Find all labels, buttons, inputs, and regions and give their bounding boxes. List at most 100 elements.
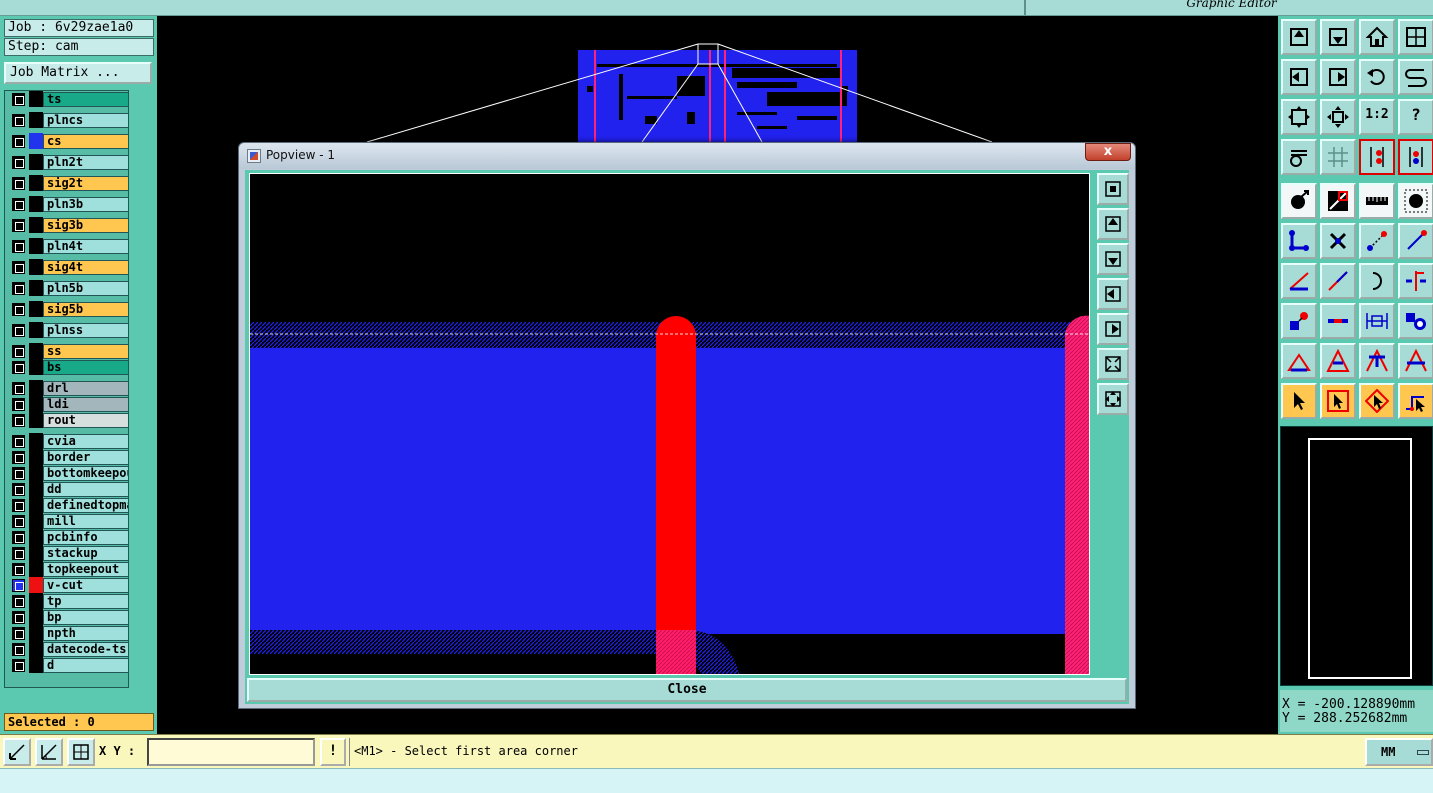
layer-checkbox[interactable] [12,547,25,560]
layer-color-swatch[interactable] [29,449,43,465]
job-matrix-button[interactable]: Job Matrix ... [4,62,152,84]
layer-color-swatch[interactable] [29,238,43,254]
layer-color-swatch[interactable] [29,133,43,149]
layer-checkbox[interactable] [12,531,25,544]
snap-mode-icon[interactable] [3,738,31,766]
layer-checkbox[interactable] [12,398,25,411]
layer-row-sig3b[interactable]: sig3b [5,217,128,233]
layer-row-cs[interactable]: cs [5,133,128,149]
popview-titlebar[interactable]: Popview - 1 x [239,143,1135,169]
layer-checkbox[interactable] [12,515,25,528]
layer-row-drl[interactable]: drl [5,380,128,396]
layer-name[interactable]: sig4t [43,260,128,275]
layer-name[interactable]: v-cut [43,578,128,593]
layer-row-ss[interactable]: ss [5,343,128,359]
layer-color-swatch[interactable] [29,175,43,191]
layer-name[interactable]: pln2t [43,155,128,170]
layer-checkbox[interactable] [12,579,25,592]
layer-row-pcbinfo[interactable]: pcbinfo [5,529,128,545]
layer-name[interactable]: ss [43,344,128,359]
layer-name[interactable]: drl [43,381,128,396]
add-line-icon[interactable] [1320,183,1356,219]
layer-color-swatch[interactable] [29,280,43,296]
layer-color-swatch[interactable] [29,577,43,593]
net-connect-icon[interactable] [1398,139,1433,175]
layer-row-border[interactable]: border [5,449,128,465]
shapes-icon[interactable] [1398,303,1433,339]
layer-name[interactable]: bs [43,360,128,375]
pan-right-button[interactable] [1320,59,1356,95]
layer-color-swatch[interactable] [29,641,43,657]
move-node-icon[interactable] [1359,223,1395,259]
help-button[interactable]: ? [1398,99,1433,135]
net-highlight-icon[interactable] [1359,139,1395,175]
layer-row-pln2t[interactable]: pln2t [5,154,128,170]
layer-row-mill[interactable]: mill [5,513,128,529]
angle-mode-icon[interactable] [35,738,63,766]
zoom-out-button[interactable] [1320,99,1356,135]
layer-checkbox[interactable] [12,483,25,496]
grid-snap-icon[interactable] [67,738,95,766]
layer-name[interactable]: bp [43,610,128,625]
unit-select[interactable]: MM [1365,738,1433,766]
dimension-icon[interactable] [1359,303,1395,339]
layer-name[interactable]: datecode-ts [43,642,128,657]
layer-row-bs[interactable]: bs [5,359,128,375]
select-box-icon[interactable] [1320,383,1356,419]
layer-color-swatch[interactable] [29,465,43,481]
layer-checkbox[interactable] [12,451,25,464]
layer-row-plncs[interactable]: plncs [5,112,128,128]
layer-color-swatch[interactable] [29,497,43,513]
layer-row-pln4t[interactable]: pln4t [5,238,128,254]
layer-color-swatch[interactable] [29,412,43,428]
measure-tool-icon[interactable] [1281,139,1317,175]
layer-name[interactable]: sig3b [43,218,128,233]
layer-row-npth[interactable]: npth [5,625,128,641]
layer-name[interactable]: ts [43,92,128,107]
layer-color-swatch[interactable] [29,217,43,233]
layer-checkbox[interactable] [12,93,25,106]
layer-checkbox[interactable] [12,219,25,232]
layer-checkbox[interactable] [12,198,25,211]
layer-color-swatch[interactable] [29,625,43,641]
layer-row-sig4t[interactable]: sig4t [5,259,128,275]
layer-color-swatch[interactable] [29,529,43,545]
cut-line-icon[interactable] [1320,303,1356,339]
popview-zoom-out-button[interactable] [1097,383,1129,415]
popview-zoom-in-button[interactable] [1097,348,1129,380]
popview-close-button[interactable]: Close [247,678,1127,702]
layer-checkbox[interactable] [12,595,25,608]
layer-checkbox[interactable] [12,611,25,624]
layer-name[interactable]: plncs [43,113,128,128]
layer-name[interactable]: npth [43,626,128,641]
connect-nodes-icon[interactable] [1281,223,1317,259]
layer-name[interactable]: plnss [43,323,128,338]
layer-checkbox[interactable] [12,435,25,448]
layer-color-swatch[interactable] [29,380,43,396]
layer-row-ldi[interactable]: ldi [5,396,128,412]
layer-name[interactable]: cs [43,134,128,149]
zoom-1-2-button[interactable]: 1:2 [1359,99,1395,135]
layer-name[interactable]: d [43,658,128,673]
zoom-in-button[interactable] [1281,99,1317,135]
layer-checkbox[interactable] [12,114,25,127]
layer-name[interactable]: mill [43,514,128,529]
layer-row-ts[interactable]: ts [5,91,128,107]
layer-name[interactable]: bottomkeepou [43,466,128,481]
layer-checkbox[interactable] [12,627,25,640]
layer-checkbox[interactable] [12,240,25,253]
triangle-small-icon[interactable] [1281,343,1317,379]
select-polygon-icon[interactable] [1359,383,1395,419]
layer-color-swatch[interactable] [29,154,43,170]
layer-checkbox[interactable] [12,414,25,427]
layer-row-dd[interactable]: dd [5,481,128,497]
layer-name[interactable]: ldi [43,397,128,412]
layer-row-v-cut[interactable]: v-cut [5,577,128,593]
popview-zoom-window-button[interactable] [1097,173,1129,205]
layer-row-d[interactable]: d [5,657,128,673]
layer-row-topkeepout[interactable]: topkeepout [5,561,128,577]
popview-pan-left-button[interactable] [1097,278,1129,310]
layer-color-swatch[interactable] [29,513,43,529]
ruler-icon[interactable] [1359,183,1395,219]
layer-checkbox[interactable] [12,643,25,656]
